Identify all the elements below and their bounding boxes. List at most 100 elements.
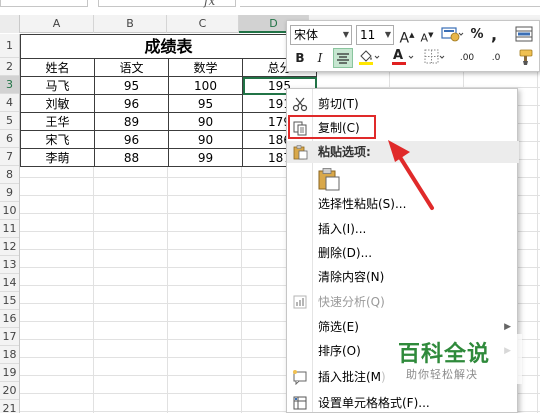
align-center-icon [337,53,349,64]
mini-toolbar: 宋体 ▼ 11 ▼ A▲ A▼ % , B I A .00 .0 [286,20,540,72]
table-cell[interactable]: 95 [168,94,243,113]
fx-label[interactable]: fx [204,0,215,8]
table-cell[interactable]: 李萌 [20,148,95,167]
row-header-11[interactable]: 11 [0,220,19,238]
menu-item-paste-special[interactable]: 选择性粘贴(S)... [287,193,519,215]
table-cell[interactable]: 99 [168,148,243,167]
quick-analysis-icon [292,294,308,310]
font-color-button[interactable]: A [391,48,415,68]
merge-center-button[interactable] [513,25,535,45]
header-cell[interactable]: 姓名 [20,58,95,77]
table-cell[interactable]: 90 [168,112,243,131]
increase-decimal-button[interactable]: .00 [453,48,481,68]
table-header-row: 姓名 语文 数学 总分 [20,58,317,77]
row-header-8[interactable]: 8 [0,166,19,184]
menu-item-format-cells[interactable]: 设置单元格格式(F)... [287,392,519,413]
table-cell[interactable]: 96 [94,130,169,149]
font-size-select[interactable]: 11 ▼ [356,25,394,45]
comma-button[interactable]: , [487,25,501,45]
menu-label-format-cells: 设置单元格格式(F)... [318,396,430,410]
row-header-bar: 1 2 3 4 5 6 7 8 9 10 11 12 13 14 15 16 1… [0,34,20,413]
table-row: 宋飞 96 90 186 [20,130,317,149]
number-format-button[interactable] [439,25,465,45]
row-header-2[interactable]: 2 [0,58,19,76]
row-header-16[interactable]: 16 [0,310,19,328]
row-header-21[interactable]: 21 [0,400,19,413]
table-cell[interactable]: 宋飞 [20,130,95,149]
select-all-corner[interactable] [0,15,20,33]
menu-label-insert-comment: 插入批注(M) [318,370,386,384]
borders-icon [424,49,445,64]
header-cell[interactable]: 语文 [94,58,169,77]
menu-item-quick-analysis: 快速分析(Q) [287,291,519,313]
decrease-decimal-button[interactable]: .0 [483,48,509,68]
row-header-14[interactable]: 14 [0,274,19,292]
row-header-7[interactable]: 7 [0,148,19,166]
row-header-10[interactable]: 10 [0,202,19,220]
percent-button[interactable]: % [469,25,485,45]
table-cell[interactable]: 88 [94,148,169,167]
menu-label-paste-options: 粘贴选项: [318,145,371,159]
decrease-decimal-label: .0 [491,53,501,63]
chevron-down-icon: ▼ [384,30,391,39]
font-name-select[interactable]: 宋体 ▼ [290,25,352,45]
menu-section-paste-options: 粘贴选项: [287,141,519,163]
column-header-c[interactable]: C [167,15,239,33]
name-box[interactable] [0,0,88,7]
watermark-title: 百科全说 [398,342,491,367]
table-title[interactable]: 成绩表 [20,34,317,59]
table-cell[interactable]: 96 [94,94,169,113]
table-cell[interactable]: 刘敏 [20,94,95,113]
table-cell[interactable]: 100 [168,76,243,95]
table-cell[interactable]: 90 [168,130,243,149]
table-row: 刘敏 96 95 191 [20,94,317,113]
row-header-6[interactable]: 6 [0,130,19,148]
header-cell[interactable]: 数学 [168,58,243,77]
formula-bar: fx [0,0,540,8]
formula-input[interactable] [240,0,540,7]
grow-font-button[interactable]: A▲ [398,25,416,47]
row-header-5[interactable]: 5 [0,112,19,130]
table-cell[interactable]: 王华 [20,112,95,131]
format-painter-button[interactable] [513,48,535,68]
menu-label-sort: 排序(O) [318,344,361,358]
paste-option-button[interactable] [317,167,341,191]
row-header-17[interactable]: 17 [0,328,19,346]
merge-cells-icon [515,26,533,42]
menu-label-delete: 删除(D)... [318,246,373,260]
menu-item-delete[interactable]: 删除(D)... [287,242,519,264]
row-header-9[interactable]: 9 [0,184,19,202]
menu-label-insert: 插入(I)... [318,222,367,236]
menu-item-insert[interactable]: 插入(I)... [287,218,519,240]
row-header-12[interactable]: 12 [0,238,19,256]
spreadsheet-window: fx A B C D 1 2 3 4 5 6 7 8 9 10 11 12 13… [0,0,540,413]
table-cell[interactable]: 89 [94,112,169,131]
shrink-font-label: A [420,31,429,45]
row-header-4[interactable]: 4 [0,94,19,112]
row-header-20[interactable]: 20 [0,382,19,400]
row-header-15[interactable]: 15 [0,292,19,310]
align-center-button[interactable] [333,48,353,68]
row-header-13[interactable]: 13 [0,256,19,274]
fill-color-icon [359,50,380,65]
table-cell[interactable]: 95 [94,76,169,95]
row-header-3[interactable]: 3 [0,76,19,94]
shrink-font-button[interactable]: A▼ [418,25,436,45]
format-cells-icon [292,395,308,411]
table-row: 李萌 88 99 187 [20,148,317,167]
row-header-1[interactable]: 1 [0,34,19,58]
fill-color-button[interactable] [357,48,381,68]
menu-item-clear-contents[interactable]: 清除内容(N) [287,266,519,288]
table-row: 马飞 95 100 195 [20,76,317,95]
menu-item-cut[interactable]: 剪切(T) [287,93,519,115]
borders-button[interactable] [423,48,447,68]
row-header-19[interactable]: 19 [0,364,19,382]
table-cell[interactable]: 马飞 [20,76,95,95]
font-color-icon [392,55,414,65]
column-header-a[interactable]: A [20,15,94,33]
row-header-18[interactable]: 18 [0,346,19,364]
bold-button[interactable]: B [291,48,309,68]
italic-button[interactable]: I [311,48,329,68]
column-header-b[interactable]: B [94,15,167,33]
score-table: 成绩表 姓名 语文 数学 总分 马飞 95 100 195 刘敏 96 95 1… [20,34,317,167]
